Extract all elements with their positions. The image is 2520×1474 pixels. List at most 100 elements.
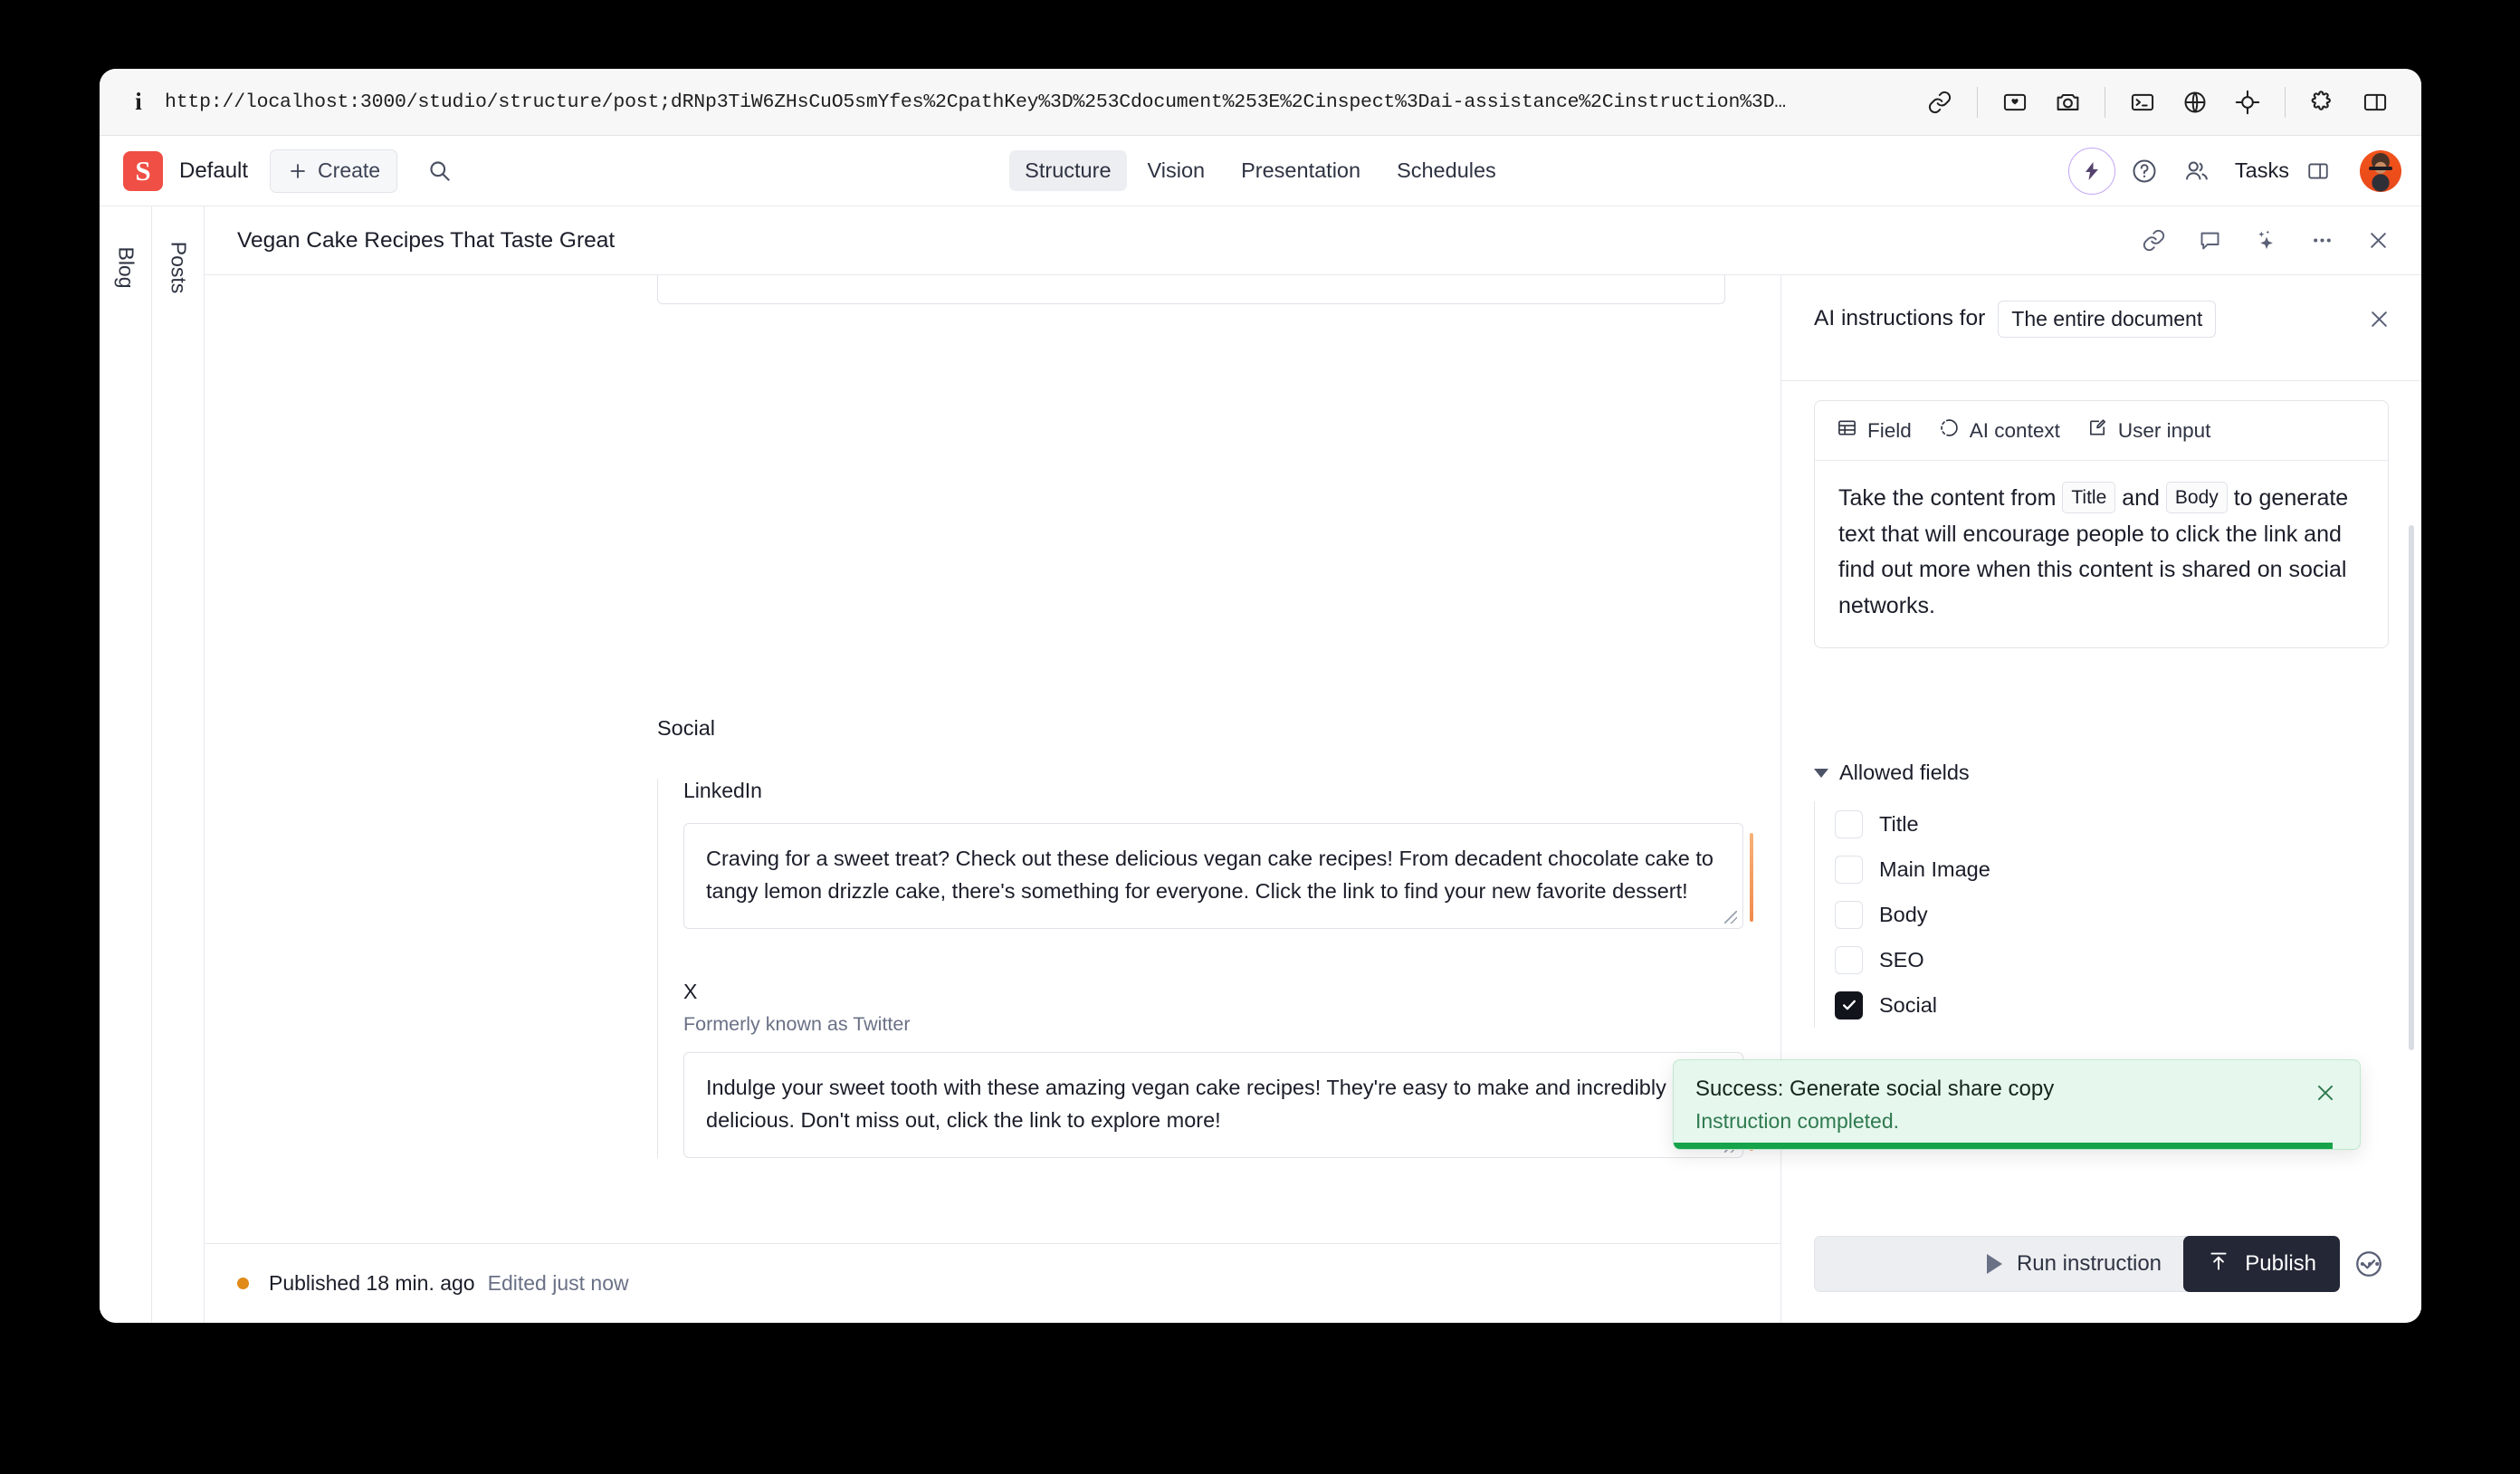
split-panel-icon[interactable]	[2349, 76, 2401, 129]
insert-field-button[interactable]: Field	[1837, 417, 1912, 444]
prompt-text-part-2: and	[2122, 485, 2160, 511]
publish-status-text: Published 18 min. ago	[269, 1271, 475, 1295]
instruction-editor-card: Field AI context User input Take the con…	[1814, 400, 2389, 648]
link-icon[interactable]	[1914, 76, 1966, 129]
edited-status-text: Edited just now	[487, 1271, 629, 1295]
checkbox[interactable]	[1835, 945, 1863, 974]
workspace-name[interactable]: Default	[179, 158, 248, 184]
tasks-button[interactable]: Tasks	[2235, 158, 2289, 183]
close-icon[interactable]	[2307, 1075, 2343, 1111]
prompt-text-part-1: Take the content from	[1838, 485, 2057, 511]
form-scroll-area[interactable]: Social LinkedIn Craving for a sweet trea…	[205, 275, 1780, 1243]
document-pane: Vegan Cake Recipes That Taste Great Soci…	[205, 206, 2421, 1323]
link-icon[interactable]	[2130, 217, 2177, 264]
field-table-icon	[1837, 417, 1857, 444]
camera-icon[interactable]	[2041, 76, 2094, 129]
plus-icon	[291, 163, 305, 178]
inspector-scrollbar[interactable]	[2409, 525, 2414, 1050]
toast-progress-bar	[1674, 1143, 2333, 1149]
inspector-body: Field AI context User input Take the con…	[1781, 362, 2421, 1323]
field-label-x: X	[683, 979, 698, 1003]
document-header: Vegan Cake Recipes That Taste Great	[205, 206, 2421, 275]
ai-assist-icon[interactable]	[2067, 147, 2115, 195]
sanity-logo[interactable]: S	[123, 150, 163, 191]
nav-right-actions: Tasks	[2067, 147, 2401, 195]
scope-chip[interactable]: The entire document	[1998, 300, 2217, 338]
checkbox[interactable]	[1835, 855, 1863, 884]
allowed-field-label: Social	[1879, 992, 1938, 1017]
publish-button-label: Publish	[2245, 1251, 2316, 1276]
insert-ai-context-label: AI context	[1969, 418, 2060, 442]
close-icon[interactable]	[2354, 217, 2401, 264]
page-title: Vegan Cake Recipes That Taste Great	[237, 227, 616, 253]
inspector-header: AI instructions for The entire document	[1781, 275, 2421, 362]
document-more-options-icon[interactable]	[2345, 1240, 2394, 1288]
checkbox[interactable]	[1835, 809, 1863, 838]
create-button[interactable]: Create	[270, 148, 398, 193]
terminal-icon[interactable]	[2116, 76, 2169, 129]
tab-schedules[interactable]: Schedules	[1381, 150, 1512, 191]
document-form: Social LinkedIn Craving for a sweet trea…	[205, 275, 1781, 1323]
publish-actions: Publish	[2183, 1236, 2394, 1292]
search-icon[interactable]	[417, 149, 461, 193]
prompt-token-title[interactable]: Title	[2062, 482, 2116, 514]
comment-icon[interactable]	[2186, 217, 2233, 264]
allowed-fields-label: Allowed fields	[1839, 761, 1970, 784]
sparkles-ai-icon[interactable]	[2242, 217, 2289, 264]
checkbox-checked[interactable]	[1835, 991, 1863, 1019]
document-footer: Published 18 min. ago Edited just now	[205, 1243, 1780, 1323]
close-icon[interactable]	[2356, 296, 2401, 341]
prompt-token-body[interactable]: Body	[2165, 482, 2228, 514]
instruction-toolbar: Field AI context User input	[1815, 401, 2388, 461]
allowed-field-label: Title	[1879, 811, 1919, 836]
allowed-fields-toggle[interactable]: Allowed fields	[1814, 761, 2389, 785]
x-textarea[interactable]: Indulge your sweet tooth with these amaz…	[683, 1051, 1743, 1158]
ai-context-icon	[1939, 417, 1960, 444]
allowed-field-title[interactable]: Title	[1835, 801, 2389, 847]
tab-vision[interactable]: Vision	[1132, 150, 1221, 191]
publish-button[interactable]: Publish	[2183, 1236, 2340, 1292]
toolbar-divider	[1977, 86, 1978, 118]
url-input[interactable]: http://localhost:3000/studio/structure/p…	[158, 91, 1914, 113]
toast-title: Success: Generate social share copy	[1695, 1077, 2055, 1101]
insert-user-input-button[interactable]: User input	[2087, 417, 2210, 444]
studio-body: Blog Posts Vegan Cake Recipes That Taste…	[100, 206, 2421, 1323]
document-main: Social LinkedIn Craving for a sweet trea…	[205, 275, 2421, 1323]
allowed-field-seo[interactable]: SEO	[1835, 937, 2389, 982]
inspector-title: AI instructions for	[1814, 306, 1986, 330]
field-above-clipped[interactable]	[657, 275, 1725, 304]
insert-field-label: Field	[1867, 418, 1912, 442]
create-button-label: Create	[318, 158, 381, 182]
linkedin-textarea[interactable]: Craving for a sweet treat? Check out the…	[683, 823, 1743, 929]
document-header-actions	[2130, 217, 2401, 264]
status-badge	[237, 1278, 249, 1289]
more-options-icon[interactable]	[2298, 217, 2345, 264]
checkbox[interactable]	[1835, 900, 1863, 929]
success-toast: Success: Generate social share copy Inst…	[1673, 1059, 2361, 1150]
pane-collapsed-posts[interactable]: Posts	[152, 206, 205, 1323]
tab-presentation[interactable]: Presentation	[1226, 150, 1376, 191]
crosshair-icon[interactable]	[2221, 76, 2274, 129]
panel-icon[interactable]	[2295, 148, 2342, 195]
tab-structure[interactable]: Structure	[1009, 150, 1127, 191]
insert-ai-context-button[interactable]: AI context	[1939, 417, 2060, 444]
avatar[interactable]	[2360, 149, 2401, 192]
pane-label-posts: Posts	[167, 241, 190, 294]
run-instruction-label: Run instruction	[2016, 1251, 2162, 1276]
check-icon	[1842, 1000, 1856, 1010]
browser-url-bar: i http://localhost:3000/studio/structure…	[100, 69, 2421, 136]
allowed-field-social[interactable]: Social	[1835, 982, 2389, 1028]
pane-collapsed-blog[interactable]: Blog	[100, 206, 152, 1323]
globe-icon[interactable]	[2169, 76, 2221, 129]
allowed-field-body[interactable]: Body	[1835, 892, 2389, 937]
help-icon[interactable]	[2121, 148, 2168, 195]
publish-up-arrow-icon	[2207, 1249, 2230, 1279]
field-linkedin: LinkedIn Craving for a sweet treat? Chec…	[683, 779, 1753, 929]
image-placeholder-icon[interactable]	[1989, 76, 2041, 129]
allowed-fields-list: Title Main Image Body SEO Social	[1814, 801, 2389, 1028]
instruction-prompt-editor[interactable]: Take the content from Title and Body to …	[1815, 461, 2388, 647]
allowed-field-main-image[interactable]: Main Image	[1835, 847, 2389, 892]
field-x: X Formerly known as Twitter Indulge your…	[683, 979, 1753, 1158]
puzzle-extension-icon[interactable]	[2296, 76, 2349, 129]
presence-users-icon[interactable]	[2173, 148, 2220, 195]
